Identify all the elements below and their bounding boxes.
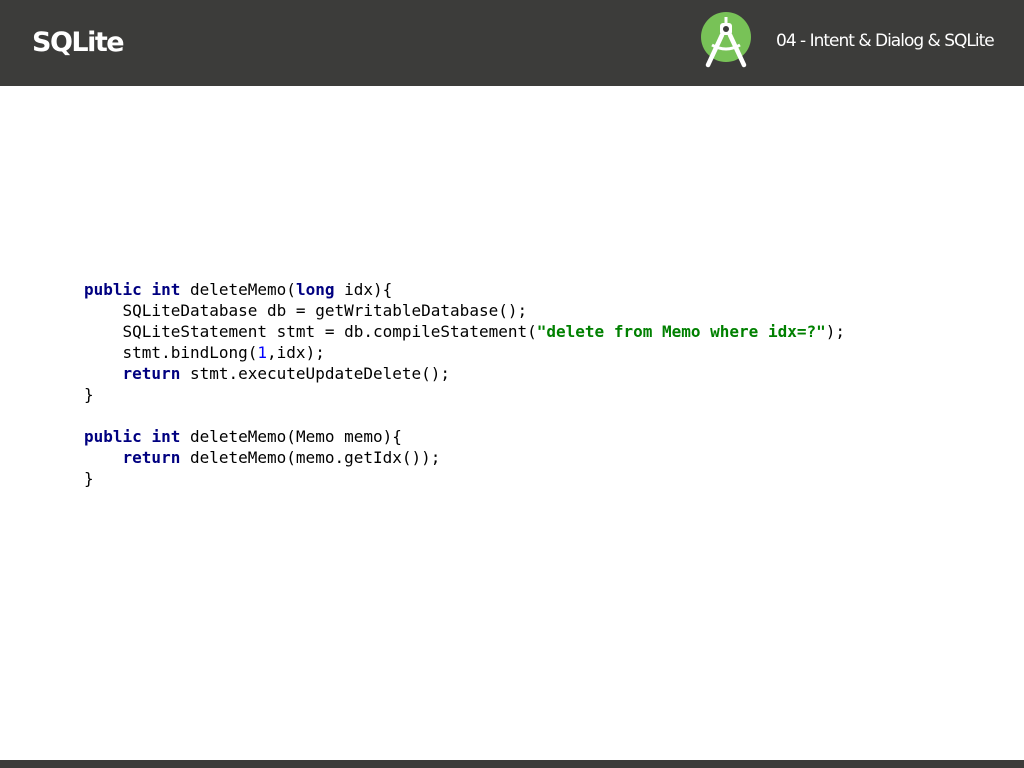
code-text: deleteMemo(Memo memo){ xyxy=(180,427,402,446)
slide-subtitle: 04 - Intent & Dialog & SQLite xyxy=(776,31,995,51)
code-text: stmt.bindLong( xyxy=(84,343,258,362)
code-text: deleteMemo( xyxy=(180,280,296,299)
code-string: "delete from Memo where idx=?" xyxy=(536,322,826,341)
code-keyword: public xyxy=(84,280,142,299)
code-keyword: int xyxy=(151,427,181,446)
code-line: } xyxy=(84,384,845,405)
android-studio-icon xyxy=(701,12,751,68)
slide-header: SQLite 04 - Intent & Dialog & SQLite xyxy=(0,0,1024,86)
code-number: 1 xyxy=(257,343,268,362)
code-text: SQLiteStatement stmt = db.compileStateme… xyxy=(84,322,537,341)
code-text: } xyxy=(84,469,94,488)
code-line: ​ xyxy=(84,405,845,426)
code-line: SQLiteDatabase db = getWritableDatabase(… xyxy=(84,300,845,321)
code-line: return deleteMemo(memo.getIdx()); xyxy=(84,447,845,468)
code-text: ); xyxy=(825,322,845,341)
code-line: public int deleteMemo(long idx){ xyxy=(84,279,845,300)
code-keyword: return xyxy=(122,364,181,383)
code-block: public int deleteMemo(long idx){ SQLiteD… xyxy=(84,279,845,489)
code-keyword: int xyxy=(151,280,181,299)
code-text: ,idx); xyxy=(267,343,325,362)
code-keyword: return xyxy=(122,448,181,467)
code-text: SQLiteDatabase db = getWritableDatabase(… xyxy=(84,301,528,320)
code-line: public int deleteMemo(Memo memo){ xyxy=(84,426,845,447)
footer-bar xyxy=(0,760,1024,768)
code-text: } xyxy=(84,385,94,404)
code-line: } xyxy=(84,468,845,489)
slide-title: SQLite xyxy=(32,27,125,58)
code-line: return stmt.executeUpdateDelete(); xyxy=(84,363,845,384)
code-text: idx){ xyxy=(334,280,393,299)
code-keyword: public xyxy=(84,427,142,446)
code-line: stmt.bindLong(1,idx); xyxy=(84,342,845,363)
code-keyword: long xyxy=(295,280,335,299)
code-line: SQLiteStatement stmt = db.compileStateme… xyxy=(84,321,845,342)
code-text: deleteMemo(memo.getIdx()); xyxy=(180,448,441,467)
code-text: stmt.executeUpdateDelete(); xyxy=(180,364,451,383)
